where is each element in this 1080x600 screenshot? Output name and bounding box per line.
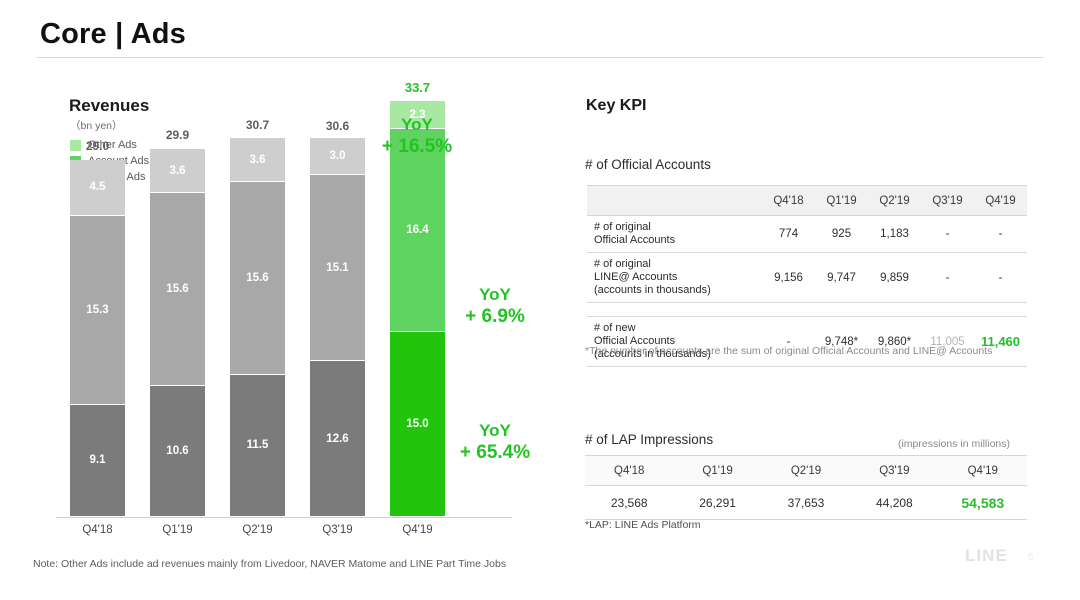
x-axis-label: Q4'19 (402, 524, 433, 536)
row-label-line: LINE@ Accounts (594, 271, 678, 283)
row-label: # of original LINE@ Accounts (accounts in … (587, 252, 762, 303)
official-accounts-footnote: *The number of accounts are the sum of o… (585, 345, 993, 357)
bar-column: 3.0 15.1 12.6 30.6 (310, 119, 365, 517)
column-header: Q4'18 (585, 455, 674, 486)
spacer-cell (587, 303, 1027, 317)
page-number: 6 (1028, 552, 1034, 563)
table-row: # of original LINE@ Accounts (accounts in … (587, 252, 1027, 303)
table-row: # of original Official Accounts 774 925 1,18… (587, 215, 1027, 253)
line-logo: LINE (965, 546, 1008, 565)
row-label: # of new Official Accounts (accounts in th… (587, 316, 762, 367)
bar-segment: 15.6 (230, 182, 285, 375)
table-cell: 9,156 (762, 252, 815, 303)
table-cell: 9,748* (815, 316, 868, 367)
yoy-total-value: + 16.5% (381, 136, 453, 157)
bar-segment: 12.6 (310, 361, 365, 517)
table-cell: 9,859 (868, 252, 921, 303)
row-label-line: # of new (594, 322, 636, 334)
column-header: Q1'19 (815, 185, 868, 216)
revenues-panel: Revenues （bn yen） Other AdsAccount AdsDi… (0, 0, 560, 600)
table-cell: 11,005 (921, 316, 974, 367)
table-cell: 774 (762, 215, 815, 253)
table-cell: - (921, 215, 974, 253)
column-header: Q2'19 (868, 185, 921, 216)
bar-total-label: 29.9 (165, 127, 190, 142)
bar-segment: 15.0 (390, 331, 445, 517)
row-label-line: (accounts in thousands) (594, 284, 711, 296)
table-cell: 26,291 (673, 485, 762, 520)
column-header: Q4'19 (974, 185, 1027, 216)
bar-segment: 15.1 (310, 174, 365, 362)
bar-segment: 4.5 (70, 160, 125, 216)
bar-column: 3.6 15.6 11.5 30.7 (230, 118, 285, 517)
table-cell: - (974, 215, 1027, 253)
column-header: Q3'19 (921, 185, 974, 216)
bar-total-label: 29.0 (85, 138, 110, 153)
row-label-line: # of original (594, 258, 651, 270)
table-cell: 54,583 (938, 485, 1027, 520)
x-axis-label: Q3'19 (322, 524, 353, 536)
yoy-account-annotation: YoY + 6.9% (440, 284, 550, 328)
table-cell: 23,568 (585, 485, 674, 520)
table-cell: 925 (815, 215, 868, 253)
lap-impressions-table: Q4'18 Q1'19 Q2'19 Q3'19 Q4'19 23,568 26,291 37… (585, 455, 1027, 520)
row-label-line: # of original (594, 221, 651, 233)
table-cell: 11,460 (974, 316, 1027, 367)
slide-root: Core | Ads Revenues （bn yen） Other AdsAc… (0, 0, 1080, 600)
yoy-display-annotation: YoY + 65.4% (440, 420, 550, 464)
bar-segment: 16.4 (390, 129, 445, 332)
bar-segment: 15.6 (150, 193, 205, 387)
yoy-display-value: + 65.4% (459, 442, 531, 463)
table-spacer-row (587, 303, 1027, 317)
kpi-heading: Key KPI (586, 97, 647, 114)
yoy-account-value: + 6.9% (465, 306, 525, 327)
chart-baseline (56, 517, 512, 518)
table-cell: 37,653 (761, 485, 851, 520)
row-label-line: Official Accounts (594, 234, 676, 246)
table-cell: 9,860* (868, 316, 921, 367)
column-header: Q3'19 (850, 455, 939, 486)
column-header: Q4'19 (938, 455, 1027, 486)
official-accounts-heading: # of Official Accounts (585, 157, 711, 172)
lap-footnote: *LAP: LINE Ads Platform (585, 519, 701, 531)
yoy-total-annotation: YoY + 16.5% (352, 114, 482, 158)
bar-column: 4.5 15.3 9.1 29.0 (70, 139, 125, 517)
table-cell: - (974, 252, 1027, 303)
bar-segment: 3.6 (150, 148, 205, 194)
table-header-row: Q4'18 Q1'19 Q2'19 Q3'19 Q4'19 (587, 185, 1027, 216)
chart-footnote: Note: Other Ads include ad revenues main… (33, 558, 507, 570)
yoy-display-label: YoY (479, 421, 511, 440)
table-cell: - (762, 316, 815, 367)
column-header: Q2'19 (761, 455, 851, 486)
key-kpi-panel: Key KPI # of Official Accounts Q4'18 Q1'1… (560, 0, 1080, 600)
row-label: # of original Official Accounts (587, 215, 762, 253)
yoy-account-label: YoY (479, 285, 511, 304)
x-axis-label: Q1'19 (162, 524, 193, 536)
table-row: # of new Official Accounts (accounts in th… (587, 316, 1027, 367)
table-row: 23,568 26,291 37,653 44,208 54,583 (585, 485, 1027, 520)
table-header-row: Q4'18 Q1'19 Q2'19 Q3'19 Q4'19 (585, 455, 1027, 486)
official-accounts-table: Q4'18 Q1'19 Q2'19 Q3'19 Q4'19 # of original O… (587, 185, 1027, 367)
table-cell: 1,183 (868, 215, 921, 253)
bar-segment: 10.6 (150, 386, 205, 517)
bar-segment: 15.3 (70, 215, 125, 405)
bar-total-label: 30.7 (245, 117, 270, 132)
lap-unit-label: (impressions in millions) (897, 438, 1010, 450)
table-cell: 9,747 (815, 252, 868, 303)
table-cell: - (921, 252, 974, 303)
bar-total-label: 33.7 (404, 79, 431, 95)
x-axis-label: Q4'18 (82, 524, 113, 536)
bar-column: 3.6 15.6 10.6 29.9 (150, 128, 205, 517)
x-axis-label: Q2'19 (242, 524, 273, 536)
column-header: Q4'18 (762, 185, 815, 216)
bar-segment: 3.6 (230, 137, 285, 183)
bar-segment: 11.5 (230, 374, 285, 517)
bar-column: 2.3 16.4 15.0 33.7 (390, 80, 445, 517)
column-header: Q1'19 (673, 455, 762, 486)
lap-impressions-heading: # of LAP Impressions (585, 432, 714, 447)
column-header (587, 185, 762, 216)
table-cell: 44,208 (850, 485, 939, 520)
bar-segment: 9.1 (70, 404, 125, 517)
yoy-total-label: YoY (401, 115, 433, 134)
